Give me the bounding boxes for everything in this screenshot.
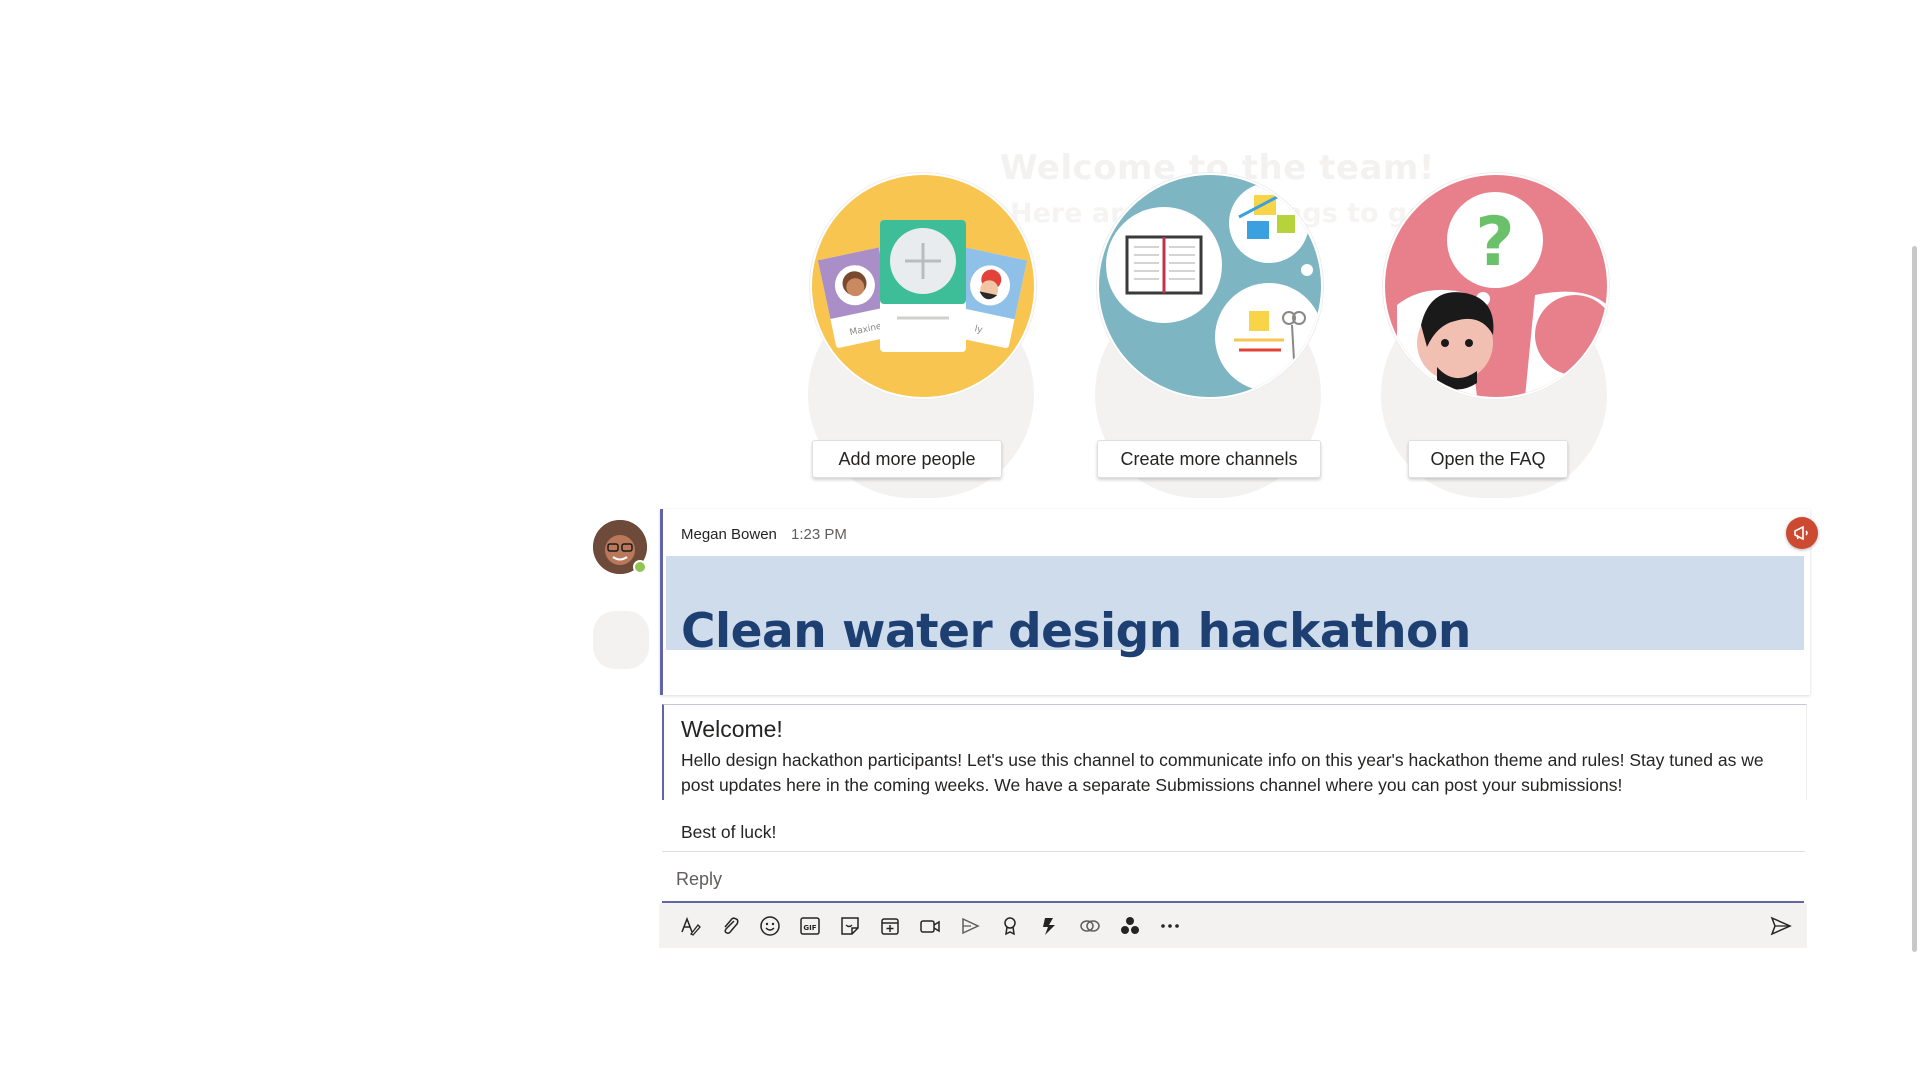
more-apps-icon[interactable] — [1115, 911, 1145, 941]
send-icon[interactable] — [1766, 911, 1796, 941]
meet-now-icon[interactable] — [915, 911, 945, 941]
schedule-meeting-icon[interactable] — [875, 911, 905, 941]
add-more-people-button[interactable]: Add more people — [812, 440, 1002, 478]
reply-input[interactable] — [674, 862, 1778, 896]
message-heading: Welcome! — [681, 716, 783, 742]
notebook-icon — [1097, 173, 1323, 399]
presence-available-badge — [633, 560, 647, 574]
scrollbar[interactable] — [1912, 246, 1917, 952]
sticker-icon[interactable] — [835, 911, 865, 941]
gif-icon[interactable]: GIF — [795, 911, 825, 941]
message-signoff: Best of luck! — [681, 822, 777, 842]
create-more-channels-button[interactable]: Create more channels — [1097, 440, 1321, 478]
divider — [662, 851, 1805, 852]
message-body: Hello design hackathon participants! Let… — [681, 750, 1764, 795]
message-author[interactable]: Megan Bowen — [681, 526, 777, 543]
announcement-icon — [1786, 517, 1818, 549]
svg-text:GIF: GIF — [803, 924, 816, 932]
compose-toolbar: GIF — [659, 903, 1807, 948]
more-options-icon[interactable] — [1155, 911, 1185, 941]
loop-icon[interactable] — [1075, 911, 1105, 941]
apps-icon[interactable] — [1035, 911, 1065, 941]
people-cards-icon: Maxine ly — [810, 173, 1036, 399]
reply-box — [662, 855, 1804, 903]
praise-icon[interactable] — [995, 911, 1025, 941]
message-banner-title: Clean water design hackathon — [681, 604, 1471, 659]
svg-text:?: ? — [1475, 203, 1514, 282]
format-icon[interactable] — [675, 911, 705, 941]
emoji-icon[interactable] — [755, 911, 785, 941]
avatar-placeholder — [593, 611, 649, 669]
stream-icon[interactable] — [955, 911, 985, 941]
message-timestamp: 1:23 PM — [791, 526, 847, 543]
attach-icon[interactable] — [715, 911, 745, 941]
open-faq-button[interactable]: Open the FAQ — [1408, 440, 1568, 478]
question-mark-icon: ? — [1383, 173, 1609, 399]
